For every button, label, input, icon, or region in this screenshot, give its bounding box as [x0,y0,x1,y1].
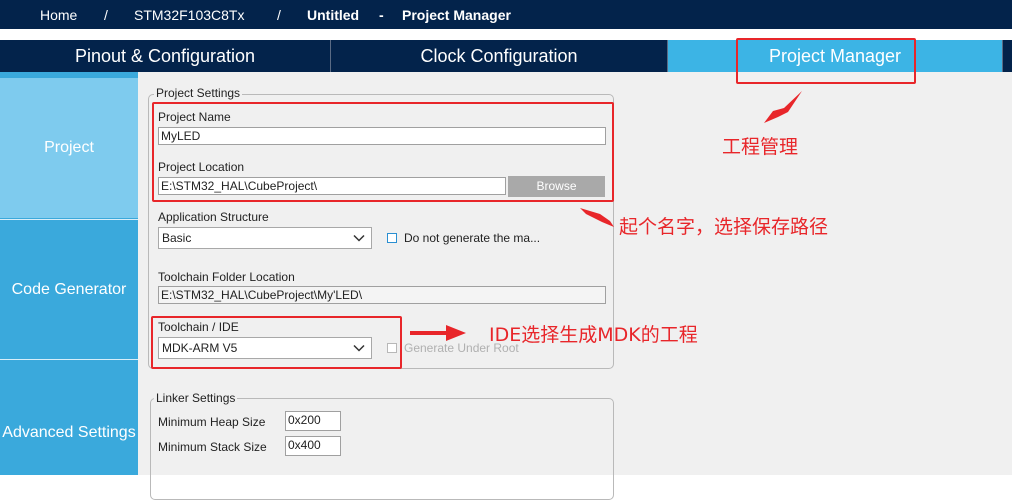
project-settings-legend: Project Settings [154,86,243,100]
sidebar-item-project[interactable]: Project [0,78,138,218]
breadcrumb-bar: Home / STM32F103C8Tx / Untitled - Projec… [0,0,1012,32]
sidebar-item-advanced-settings[interactable]: Advanced Settings [0,362,138,475]
breadcrumb-page[interactable]: Project Manager [402,7,511,23]
highlight-box-project-manager-tab [736,38,916,84]
do-not-generate-label: Do not generate the ma... [404,231,541,245]
sidebar-divider [0,219,138,220]
toolchain-folder-label: Toolchain Folder Location [158,270,295,284]
tab-divider [1002,40,1003,72]
annotation-ide: IDE选择生成MDK的工程 [489,324,698,346]
sidebar: Project Code Generator Advanced Settings [0,72,138,475]
linker-settings-legend: Linker Settings [154,391,238,405]
breadcrumb-chip[interactable]: STM32F103C8Tx [134,7,244,23]
breadcrumb-separator: / [104,7,108,23]
min-heap-size-label: Minimum Heap Size [158,415,266,429]
min-stack-size-field[interactable]: 0x400 [285,436,341,456]
do-not-generate-checkbox[interactable] [387,233,397,243]
application-structure-value: Basic [162,231,192,245]
sidebar-divider [0,359,138,360]
annotation-name-location: 起个名字，选择保存路径 [619,216,829,238]
tab-pinout-configuration[interactable]: Pinout & Configuration [0,40,330,72]
breadcrumb-project[interactable]: Untitled [307,7,359,23]
breadcrumb: Home / STM32F103C8Tx / Untitled - Projec… [0,0,1012,29]
min-stack-size-label: Minimum Stack Size [158,440,267,454]
tab-clock-configuration[interactable]: Clock Configuration [331,40,667,72]
toolchain-folder-field[interactable]: E:\STM32_HAL\CubeProject\My'LED\ [158,286,606,304]
application-structure-select[interactable]: Basic [158,227,372,249]
chevron-down-icon [353,234,365,242]
sidebar-item-code-generator[interactable]: Code Generator [0,222,138,357]
annotation-project-manager: 工程管理 [722,136,799,158]
breadcrumb-separator: / [277,7,281,23]
breadcrumb-separator: - [379,7,384,23]
application-structure-label: Application Structure [158,210,269,224]
highlight-box-name-location [152,102,614,202]
min-heap-size-field[interactable]: 0x200 [285,411,341,431]
breadcrumb-home[interactable]: Home [40,7,77,23]
highlight-box-toolchain-ide [151,316,402,369]
